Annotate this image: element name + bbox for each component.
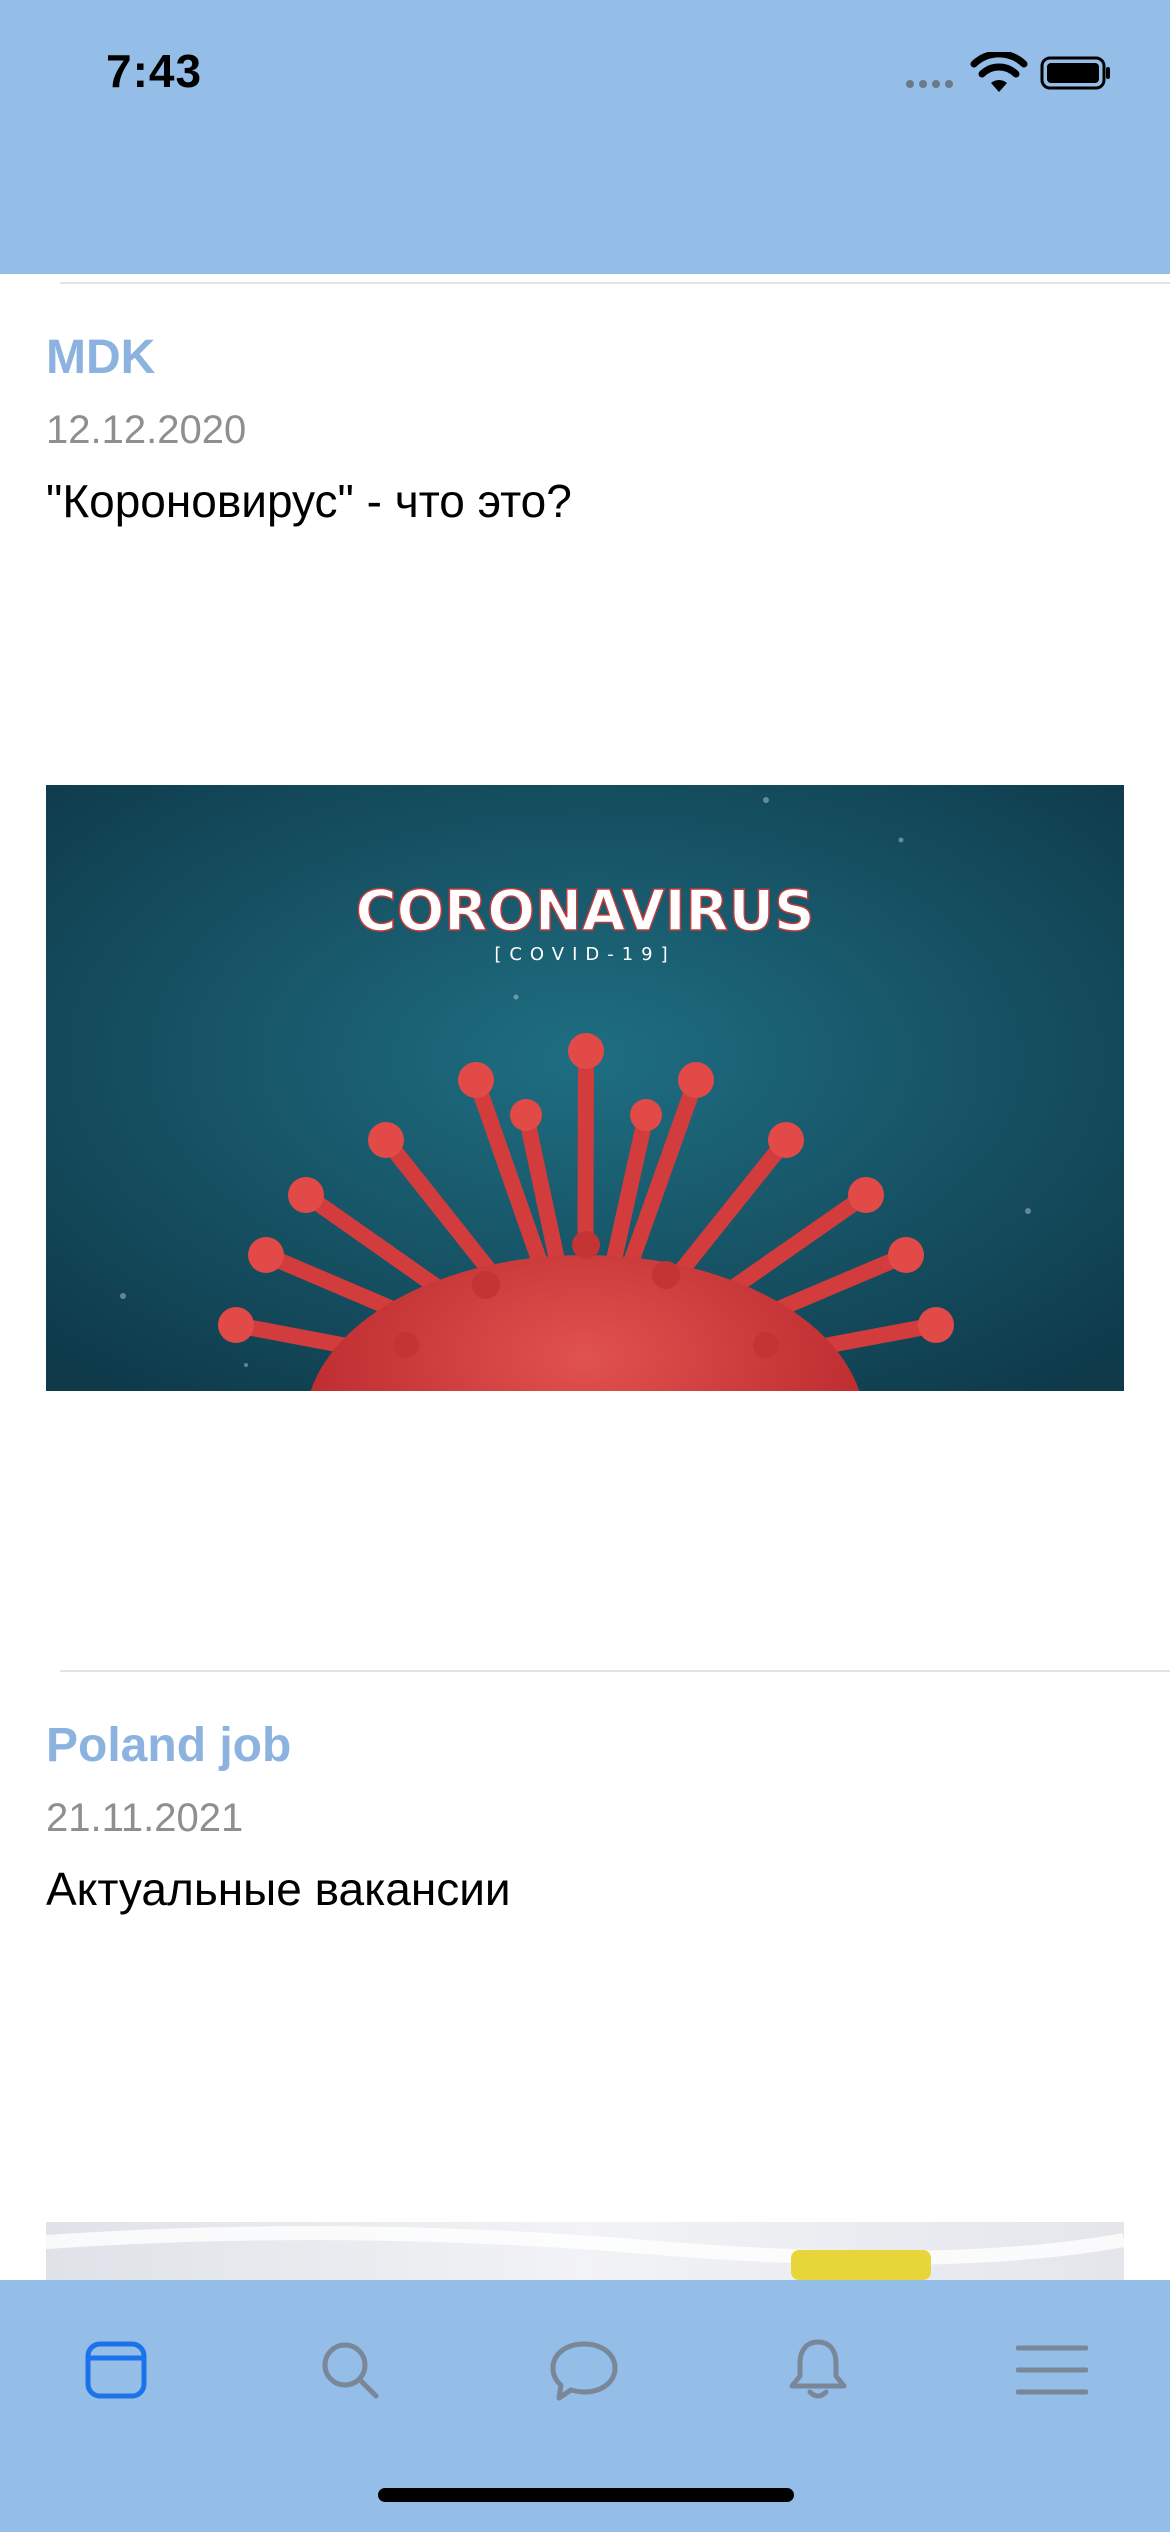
status-time: 7:43 [106, 45, 203, 97]
messages-icon [550, 2341, 618, 2401]
search-icon [322, 2342, 379, 2399]
signal-icon [906, 80, 953, 88]
post-divider [60, 282, 1170, 284]
image-subheadline: [COVID-19] [494, 944, 675, 965]
notifications-icon [789, 2339, 847, 2399]
post-date: 12.12.2020 [46, 408, 247, 452]
job-illustration [46, 2222, 1124, 2280]
tab-search[interactable] [300, 2320, 400, 2420]
post-divider [60, 1670, 1170, 1672]
post-author[interactable]: Poland job [46, 1718, 291, 1773]
tab-news-feed[interactable] [66, 2320, 166, 2420]
post-date: 21.11.2021 [46, 1796, 244, 1840]
post-image[interactable] [46, 2222, 1124, 2280]
status-bar: 7:43 [0, 0, 1170, 274]
image-headline: CORONAVIRUS [356, 879, 815, 944]
coronavirus-illustration: CORONAVIRUS [COVID-19] [46, 785, 1124, 1391]
tab-menu[interactable] [1002, 2320, 1102, 2420]
tab-messages[interactable] [534, 2320, 634, 2420]
tab-notifications[interactable] [768, 2320, 868, 2420]
battery-icon [1040, 56, 1110, 90]
home-indicator[interactable] [378, 2488, 794, 2502]
menu-icon [1016, 2345, 1088, 2395]
post-image[interactable]: CORONAVIRUS [COVID-19] [46, 785, 1124, 1391]
news-feed-icon [85, 2341, 147, 2399]
post-title[interactable]: Актуальные вакансии [46, 1862, 511, 1916]
post-author[interactable]: MDK [46, 330, 155, 385]
post-title[interactable]: "Короновирус" - что это? [46, 474, 572, 528]
wifi-icon [970, 52, 1028, 92]
